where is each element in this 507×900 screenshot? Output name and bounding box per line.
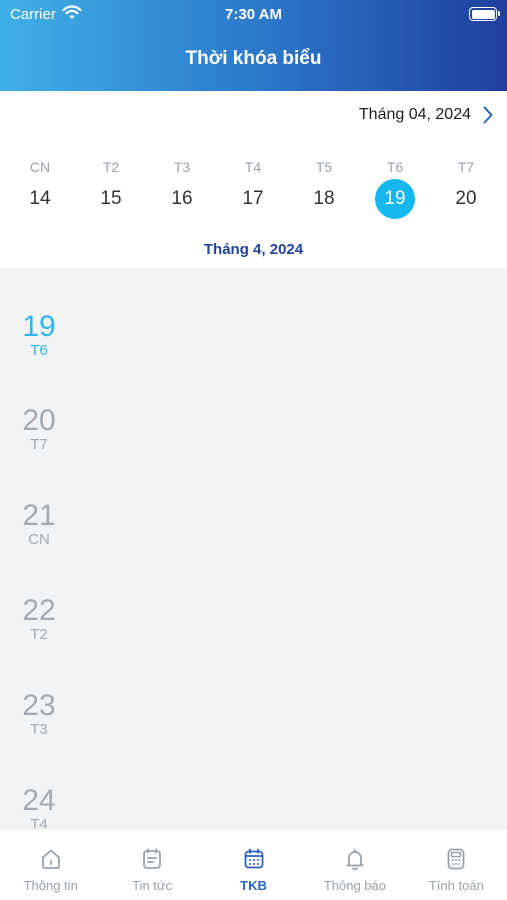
timeline-weekday: T7: [30, 436, 48, 453]
timeline-weekday: T2: [30, 626, 48, 643]
week-day-label: T7: [457, 159, 475, 175]
timeline-date: 19: [22, 310, 56, 343]
timeline-day[interactable]: 22 T2: [14, 595, 64, 643]
tab-label: TKB: [240, 878, 267, 893]
timeline-date: 23: [22, 689, 56, 722]
tab-news[interactable]: Tin tức: [101, 829, 202, 900]
timeline-date: 21: [22, 499, 56, 532]
info-icon: [38, 846, 64, 872]
timeline-date: 20: [22, 404, 56, 437]
week-day-label: T5: [315, 159, 333, 175]
week-strip: CN 14 T2 15 T3 16 T4 17 T5 18 T6 19 T7 20: [18, 159, 488, 219]
timeline-day[interactable]: 24 T4: [14, 784, 64, 829]
week-calendar: Tháng 04, 2024 CN 14 T2 15 T3 16 T4 17 T5 18 T6 19 T…: [0, 91, 507, 268]
month-label: Tháng 04, 2024: [358, 106, 471, 123]
timeline-date: 22: [22, 594, 56, 627]
status-time: 7:30 AM: [225, 6, 282, 23]
selected-date[interactable]: 19: [375, 179, 415, 219]
tab-bell[interactable]: Thông báo: [304, 829, 405, 900]
calendar-icon: [241, 846, 267, 872]
tab-label: Tin tức: [132, 878, 173, 893]
timeline-day[interactable]: 19 T6: [14, 311, 64, 359]
week-date[interactable]: 20: [446, 179, 486, 219]
week-day[interactable]: T6 19: [373, 159, 417, 219]
week-date[interactable]: 18: [304, 179, 344, 219]
week-date[interactable]: 15: [91, 179, 131, 219]
battery-icon: [469, 7, 500, 21]
week-day-label: CN: [29, 159, 51, 175]
week-date[interactable]: 16: [162, 179, 202, 219]
page-title: Thời khóa biểu: [185, 48, 322, 69]
app-header: Carrier 7:30 AM Thời khóa biểu: [0, 0, 507, 91]
week-day[interactable]: T7 20: [444, 159, 488, 219]
timeline-weekday: T6: [30, 342, 48, 359]
timeline-weekday: T3: [30, 721, 48, 738]
week-day-label: T4: [244, 159, 262, 175]
week-day-label: T2: [102, 159, 120, 175]
chevron-right-icon[interactable]: [481, 105, 495, 125]
current-month-label: Tháng 4, 2024: [203, 241, 304, 258]
week-day-label: T6: [386, 159, 404, 175]
timeline-date: 24: [22, 784, 56, 817]
news-icon: [139, 846, 165, 872]
tab-label: Thông tin: [23, 878, 78, 893]
week-day[interactable]: T5 18: [302, 159, 346, 219]
timeline-day[interactable]: 21 CN: [14, 500, 64, 548]
timeline-weekday: T4: [30, 816, 48, 829]
week-day[interactable]: T4 17: [231, 159, 275, 219]
status-bar: Carrier 7:30 AM: [0, 0, 507, 30]
timeline-day[interactable]: 20 T7: [14, 405, 64, 453]
bell-icon: [342, 846, 368, 872]
week-day[interactable]: CN 14: [18, 159, 62, 219]
week-day-label: T3: [173, 159, 191, 175]
tab-calendar[interactable]: TKB: [203, 829, 304, 900]
schedule-timeline[interactable]: 19 T6 20 T7 21 CN 22 T2 23 T3 24 T4: [0, 268, 507, 829]
week-day[interactable]: T2 15: [89, 159, 133, 219]
tab-label: Tính toán: [428, 878, 484, 893]
week-date[interactable]: 14: [20, 179, 60, 219]
week-date[interactable]: 17: [233, 179, 273, 219]
month-navigator[interactable]: Tháng 04, 2024: [359, 105, 495, 125]
tab-label: Thông báo: [323, 878, 386, 893]
tab-calculator[interactable]: Tính toán: [406, 829, 507, 900]
timeline-weekday: CN: [28, 531, 50, 548]
calculator-icon: [443, 846, 469, 872]
week-day[interactable]: T3 16: [160, 159, 204, 219]
timeline-day[interactable]: 23 T3: [14, 690, 64, 738]
tab-info[interactable]: Thông tin: [0, 829, 101, 900]
tab-bar: Thông tin Tin tức TKB Thông báo Tính toán: [0, 828, 507, 900]
